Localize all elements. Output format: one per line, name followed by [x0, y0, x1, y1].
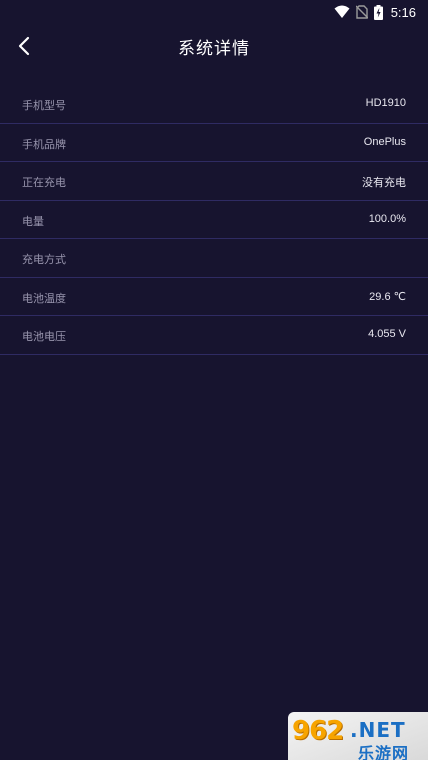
status-bar: 5:16	[0, 0, 428, 24]
wifi-icon	[334, 5, 350, 19]
row-value: OnePlus	[363, 135, 406, 148]
row-label: 手机型号	[22, 99, 66, 112]
row-value: 100.0%	[368, 212, 406, 225]
row-value: HD1910	[365, 97, 406, 109]
row-charging-method: 充电方式	[0, 239, 428, 278]
row-battery-level: 电量 100.0%	[0, 201, 428, 239]
watermark-number: 962	[292, 716, 344, 746]
row-value: 4.055 V	[368, 328, 406, 340]
page-title: 系统详情	[178, 39, 250, 59]
row-battery-temperature: 电池温度 29.6 ℃	[0, 278, 428, 316]
row-phone-brand: 手机品牌 OnePlus	[0, 124, 428, 162]
row-phone-model: 手机型号 HD1910	[0, 85, 428, 124]
watermark-logo: 962 .NET 乐游网	[288, 712, 428, 760]
watermark-site-name: 乐游网	[358, 744, 410, 760]
info-list: 手机型号 HD1910 手机品牌 OnePlus 正在充电 没有充电 电量 10…	[0, 85, 428, 355]
status-icons: 5:16	[334, 3, 416, 21]
row-label: 电池温度	[22, 291, 66, 305]
no-sim-icon	[355, 5, 368, 19]
row-value: 没有充电	[362, 177, 406, 189]
row-value: 29.6 ℃	[369, 290, 406, 303]
header: 系统详情	[0, 24, 428, 68]
row-label: 电池电压	[22, 330, 66, 343]
status-time: 5:16	[390, 4, 416, 20]
row-label: 电量	[22, 214, 44, 228]
row-battery-voltage: 电池电压 4.055 V	[0, 316, 428, 355]
battery-charging-icon	[373, 4, 383, 20]
row-label: 手机品牌	[22, 137, 66, 151]
row-label: 正在充电	[22, 176, 66, 189]
watermark-net: .NET	[350, 718, 406, 742]
row-label: 充电方式	[22, 253, 66, 266]
row-charging-status: 正在充电 没有充电	[0, 162, 428, 201]
